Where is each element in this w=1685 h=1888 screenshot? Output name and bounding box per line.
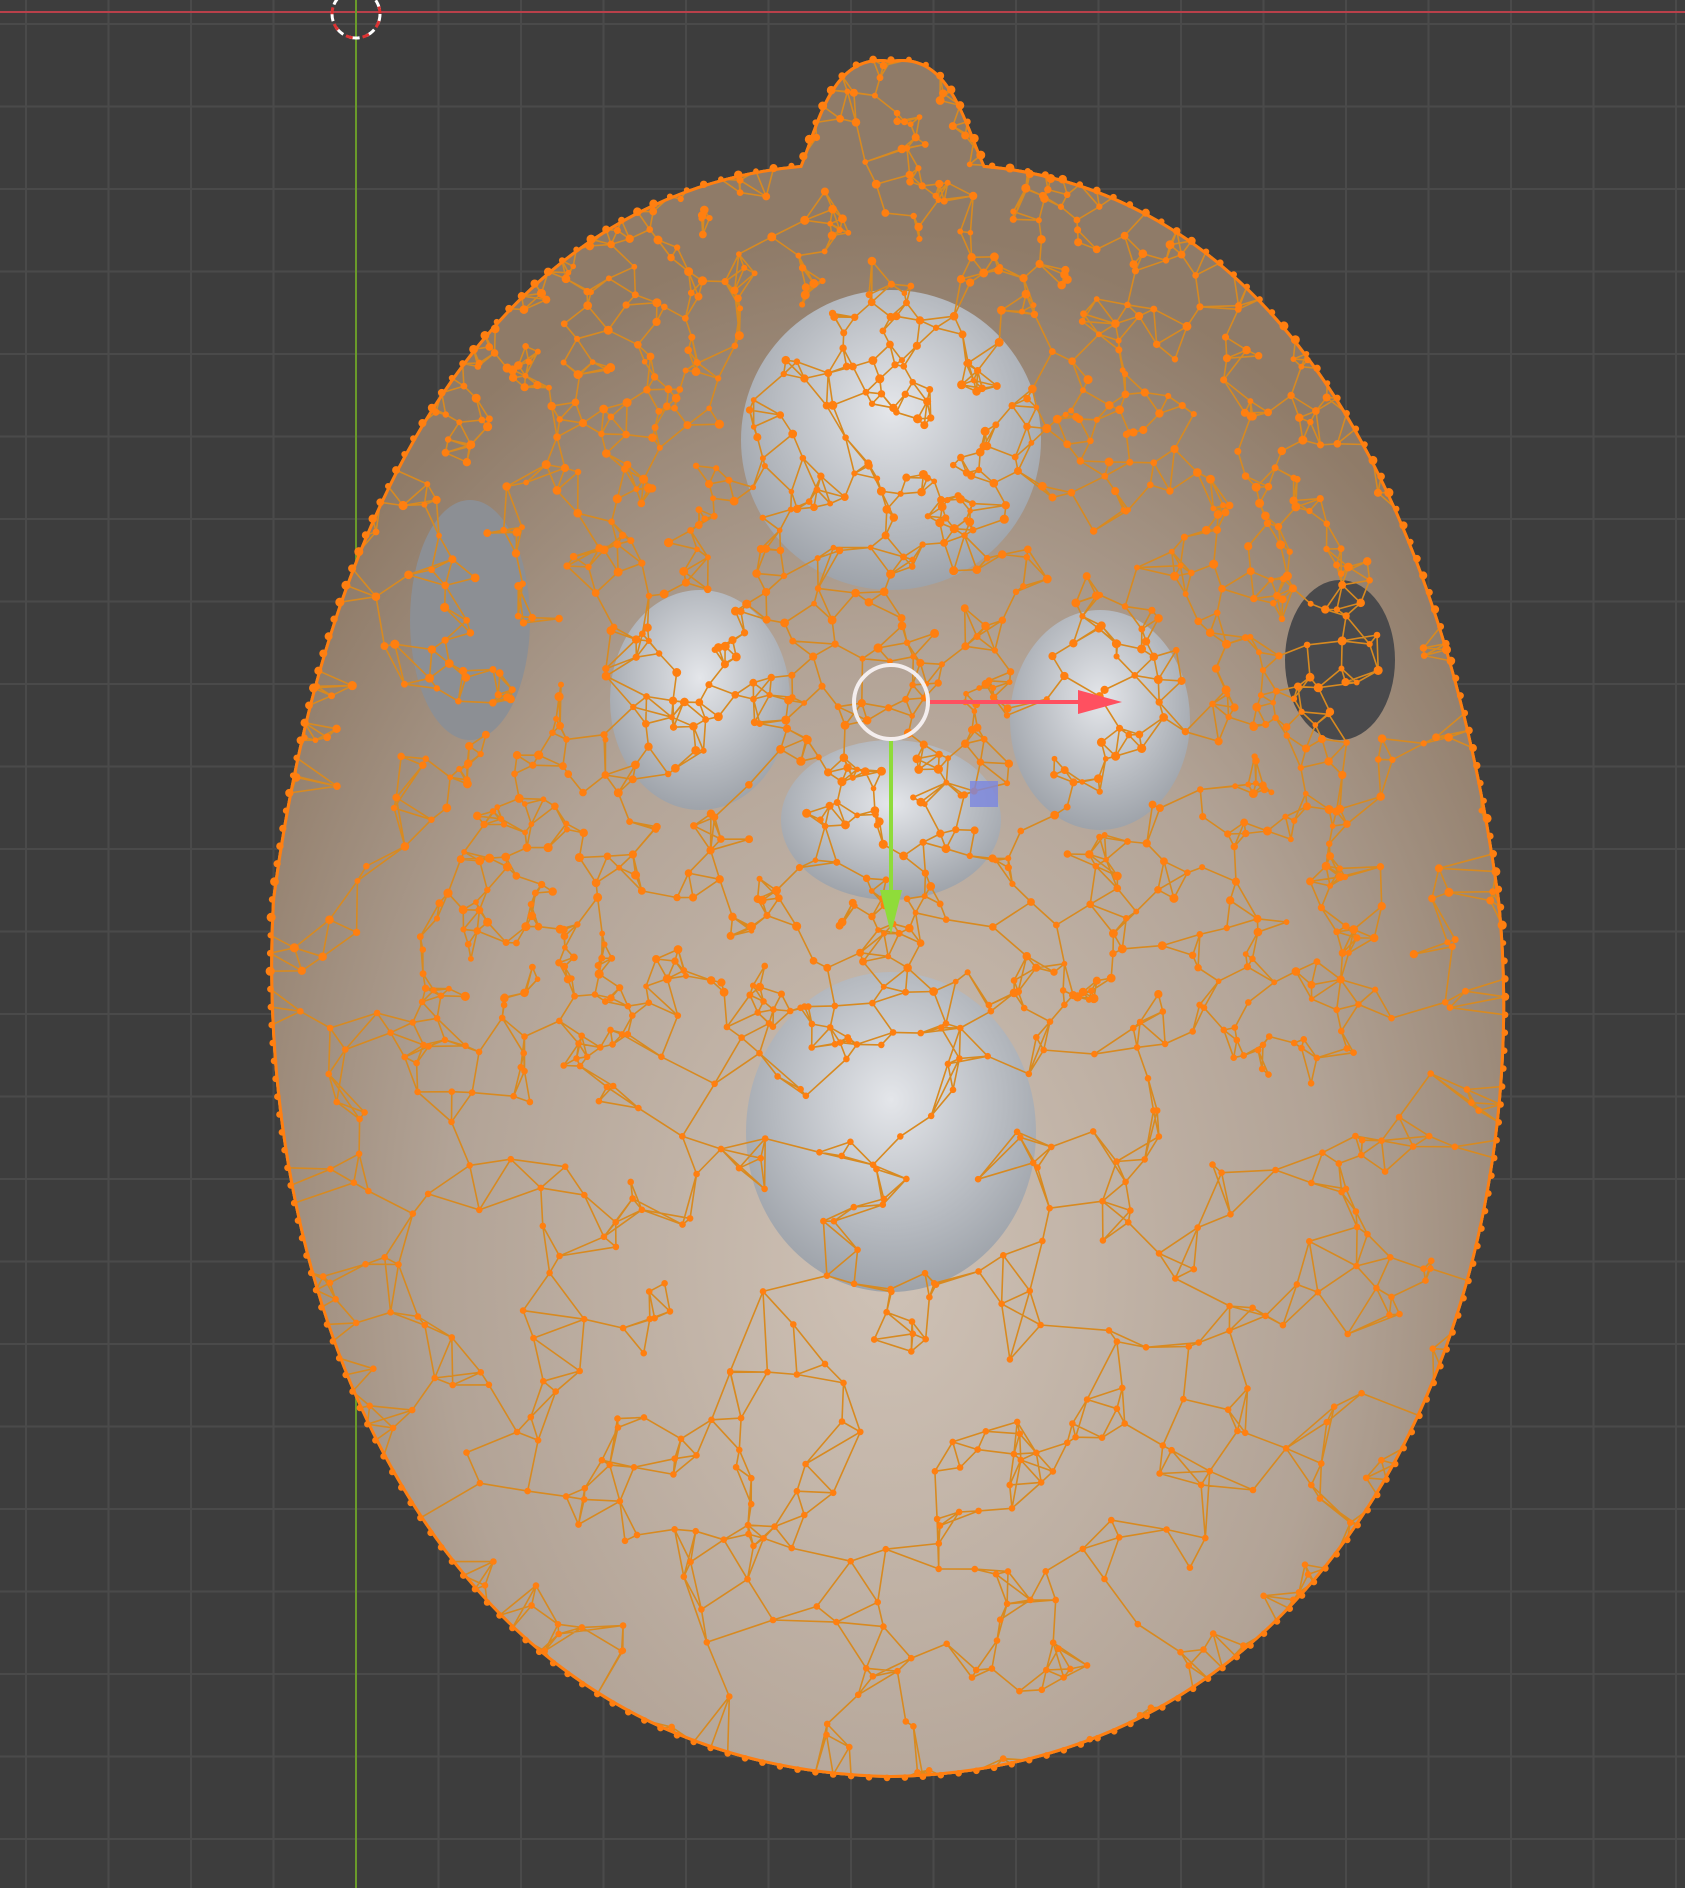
gizmo-plane-handle[interactable] [970,781,998,807]
3d-viewport[interactable] [0,0,1685,1888]
viewport-canvas[interactable] [0,0,1685,1888]
foramen-magnum [746,972,1036,1292]
